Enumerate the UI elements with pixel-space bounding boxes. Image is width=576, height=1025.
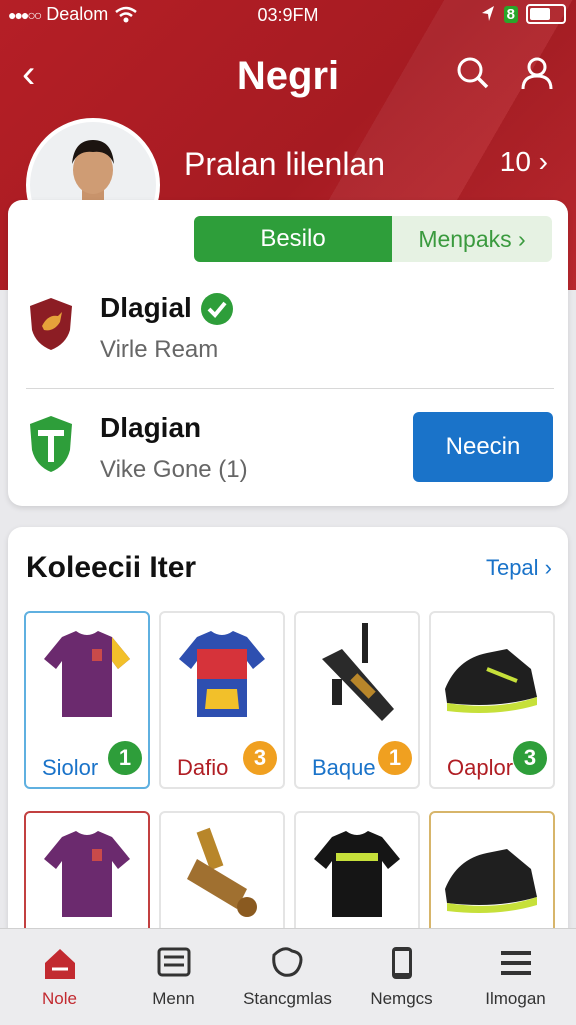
item-label: Oaplor <box>447 755 514 780</box>
check-icon <box>201 293 233 325</box>
jersey-icon <box>179 631 265 717</box>
tab-label: Ilmogan <box>485 989 546 1008</box>
segmented-toggle: Besilo Menpaks › <box>194 216 552 262</box>
item-count-badge: 3 <box>513 741 547 775</box>
item-count-badge: 3 <box>243 741 277 775</box>
collection-item[interactable]: Dafio 3 <box>159 611 285 789</box>
profile-count[interactable]: 10 › <box>500 146 548 178</box>
toggle-active[interactable]: Besilo <box>194 216 392 262</box>
tab-home[interactable]: Nole <box>2 929 117 1025</box>
tab-label: Menn <box>152 989 195 1008</box>
tab-label: Nole <box>42 989 77 1008</box>
team-row[interactable]: Dlagial Virle Ream <box>8 280 568 400</box>
tab-bar: Nole Menn Stancgmlas Nemgcs Ilmogan <box>0 928 576 1025</box>
shirt-icon <box>314 831 400 917</box>
item-label: Dafio <box>177 755 229 780</box>
team-name: Dlagian <box>100 412 202 443</box>
collection-item[interactable]: Oaplor 3 <box>429 611 555 789</box>
toggle-inactive[interactable]: Menpaks › <box>392 216 552 262</box>
tab-label: Nemgcs <box>370 989 433 1008</box>
collection-card: Koleecii Iter Tepal › Siolor 1 Dafio 3 B… <box>8 527 568 989</box>
menu-list-icon <box>157 947 191 977</box>
status-bar: ●●●○○ Dealom 03:9FM 8 <box>0 0 576 30</box>
team-subtitle: Vike Gone (1) <box>100 456 248 483</box>
teams-card: Besilo Menpaks › Dlagial Virle Ream Dlag… <box>8 200 568 506</box>
join-button[interactable]: Neecin <box>413 412 553 482</box>
team-subtitle: Virle Ream <box>100 336 219 363</box>
team-shield-icon <box>30 416 72 472</box>
see-all-link[interactable]: Tepal › <box>486 555 552 581</box>
item-label: Siolor <box>42 755 99 780</box>
item-label: Baque <box>312 755 376 780</box>
shoe-icon <box>445 649 537 713</box>
battery-percent: 8 <box>503 5 518 23</box>
nav-bar: ‹ Negri <box>0 48 576 108</box>
team-shield-icon <box>30 298 72 350</box>
location-icon <box>481 6 494 21</box>
collection-item[interactable]: Siolor 1 <box>24 611 150 789</box>
jersey-icon <box>44 631 130 717</box>
jersey-icon <box>44 831 130 917</box>
cannon-icon <box>187 827 257 917</box>
tab-menu[interactable]: Menn <box>116 929 231 1025</box>
search-icon[interactable] <box>456 56 490 90</box>
item-count-badge: 1 <box>108 741 142 775</box>
collection-item[interactable]: Baque 1 <box>294 611 420 789</box>
item-count-badge: 1 <box>378 741 412 775</box>
user-icon[interactable] <box>520 56 554 90</box>
profile-name: Pralan lilenlan <box>184 146 386 182</box>
hamburger-icon <box>501 951 531 975</box>
tab-more[interactable]: Ilmogan <box>458 929 573 1025</box>
tab-label: Stancgmlas <box>243 989 332 1008</box>
battery-icon <box>526 4 566 24</box>
rifle-icon <box>322 623 394 721</box>
phone-icon <box>392 947 412 979</box>
shoe-icon <box>445 849 537 913</box>
section-title: Koleecii Iter <box>26 551 197 584</box>
map-icon <box>272 947 303 977</box>
team-name: Dlagial <box>100 292 192 323</box>
divider <box>26 388 554 389</box>
tab-phone[interactable]: Nemgcs <box>344 929 459 1025</box>
tab-map[interactable]: Stancgmlas <box>230 929 345 1025</box>
home-icon <box>45 949 75 979</box>
